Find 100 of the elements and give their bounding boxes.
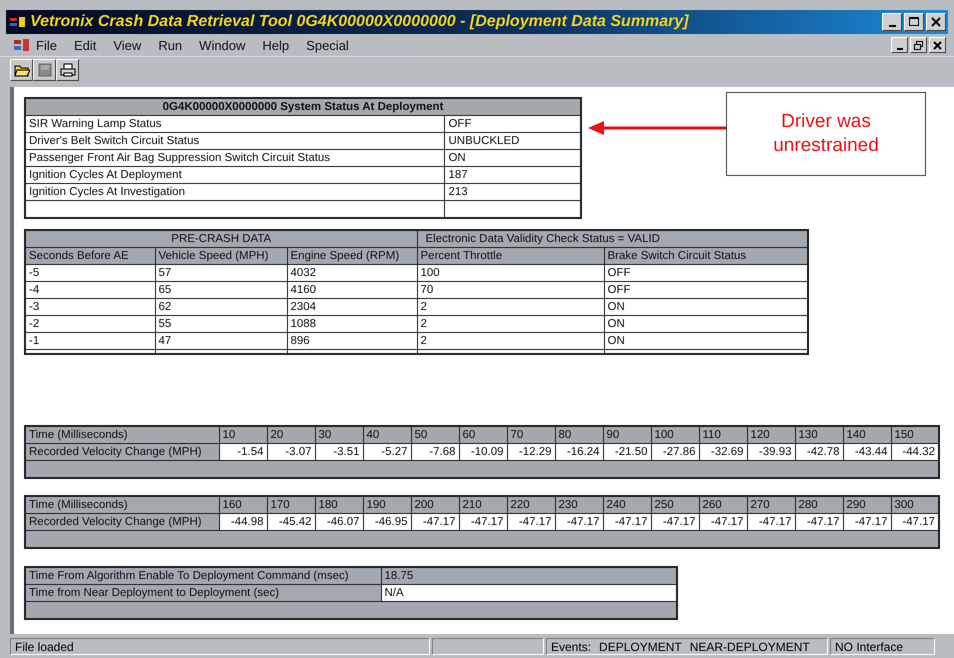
table-cell: 70 xyxy=(417,282,604,298)
minimize-button[interactable] xyxy=(891,37,908,53)
table-cell: -47.17 xyxy=(507,514,555,530)
column-header: 60 xyxy=(459,426,507,444)
table-cell: -47.17 xyxy=(795,514,843,530)
folder-icon xyxy=(14,63,30,77)
table-cell: -4 xyxy=(25,282,155,298)
column-header: 290 xyxy=(843,496,891,514)
table-cell: N/A xyxy=(381,584,677,602)
column-header: 120 xyxy=(747,426,795,444)
table-cell: -3.51 xyxy=(315,444,363,460)
table-cell: Passenger Front Air Bag Suppression Switch Circuit Status xyxy=(25,150,445,166)
column-header: 130 xyxy=(795,426,843,444)
menu-item[interactable]: Special xyxy=(306,38,349,52)
table-cell: -44.98 xyxy=(219,514,267,530)
column-header: Percent Throttle xyxy=(417,248,604,264)
print-button[interactable] xyxy=(56,59,79,81)
table-cell: Driver's Belt Switch Circuit Status xyxy=(25,132,445,150)
column-header: 110 xyxy=(699,426,747,444)
column-header: Engine Speed (RPM) xyxy=(287,248,417,264)
table-cell: -46.07 xyxy=(315,514,363,530)
restore-button[interactable] xyxy=(910,37,927,53)
table-cell: Ignition Cycles At Deployment xyxy=(25,166,445,184)
menu-item[interactable]: Run xyxy=(158,38,182,52)
row-header: Time from Near Deployment to Deployment (sec) xyxy=(25,584,381,602)
close-button[interactable] xyxy=(929,37,946,53)
table-cell: OFF xyxy=(604,264,808,282)
table-cell: -47.17 xyxy=(459,514,507,530)
status-label: Events: xyxy=(551,640,592,654)
table-cell: -2 xyxy=(25,316,155,332)
open-folder-button[interactable] xyxy=(10,59,33,81)
close-icon xyxy=(931,17,941,27)
table-cell: ON xyxy=(604,332,808,350)
window-title: Vetronix Crash Data Retrieval Tool 0G4K00000X0000000 - [Deployment Data Summary] xyxy=(30,13,690,31)
row-header: Recorded Velocity Change (MPH) xyxy=(25,514,219,530)
column-header: 150 xyxy=(891,426,939,444)
column-header: 190 xyxy=(363,496,411,514)
column-header: 240 xyxy=(603,496,651,514)
column-header: 100 xyxy=(651,426,699,444)
table-cell: -10.09 xyxy=(459,444,507,460)
restore-icon xyxy=(914,40,923,50)
table-cell: ON xyxy=(604,316,808,332)
table-cell: Ignition Cycles At Investigation xyxy=(25,184,445,200)
table-cell: -12.29 xyxy=(507,444,555,460)
table-cell: SIR Warning Lamp Status xyxy=(25,116,445,132)
table-title: 0G4K00000X0000000 System Status At Deployment xyxy=(25,98,581,116)
menu-item[interactable]: File xyxy=(36,38,57,52)
column-header: 170 xyxy=(267,496,315,514)
column-header: 70 xyxy=(507,426,555,444)
table-cell: 47 xyxy=(155,332,287,350)
minimize-icon xyxy=(888,25,896,27)
status-interface: NO Interface xyxy=(830,638,935,655)
table-cell: OFF xyxy=(604,282,808,298)
menu-item[interactable]: Edit xyxy=(74,38,96,52)
row-header: Time (Milliseconds) xyxy=(25,426,219,444)
table-cell: -46.95 xyxy=(363,514,411,530)
menu-item[interactable]: View xyxy=(113,38,142,52)
column-header: 260 xyxy=(699,496,747,514)
menu-item[interactable]: Help xyxy=(262,38,290,52)
row-header: Time (Milliseconds) xyxy=(25,496,219,514)
column-header: Vehicle Speed (MPH) xyxy=(155,248,287,264)
table-cell: 187 xyxy=(444,166,581,184)
column-header: 40 xyxy=(363,426,411,444)
close-button[interactable] xyxy=(926,13,946,31)
table-cell: -3 xyxy=(25,298,155,316)
table-cell: -32.69 xyxy=(699,444,747,460)
column-header: 270 xyxy=(747,496,795,514)
table-cell: -16.24 xyxy=(555,444,603,460)
status-message: File loaded xyxy=(10,638,430,655)
table-cell: -44.32 xyxy=(891,444,939,460)
table-cell: -42.78 xyxy=(795,444,843,460)
column-header: 230 xyxy=(555,496,603,514)
table-cell: ON xyxy=(444,150,581,166)
column-header: 250 xyxy=(651,496,699,514)
printer-icon xyxy=(60,63,76,77)
table-cell: 2 xyxy=(417,316,604,332)
maximize-icon xyxy=(909,17,919,27)
column-header: 200 xyxy=(411,496,459,514)
table-cell: -43.44 xyxy=(843,444,891,460)
row-header: Time From Algorithm Enable To Deployment Command (msec) xyxy=(25,567,381,584)
document-icon xyxy=(14,38,30,52)
column-header: 90 xyxy=(603,426,651,444)
table-cell: 2304 xyxy=(287,298,417,316)
table-cell: 18.75 xyxy=(381,567,677,584)
table-cell: -47.17 xyxy=(699,514,747,530)
table-cell: -7.68 xyxy=(411,444,459,460)
table-cell: -5.27 xyxy=(363,444,411,460)
minimize-button[interactable] xyxy=(882,13,902,31)
maximize-button[interactable] xyxy=(904,13,924,31)
menu-item[interactable]: Window xyxy=(199,38,246,52)
close-icon xyxy=(933,40,942,50)
table-cell: ON xyxy=(604,298,808,316)
table-cell: 2 xyxy=(417,298,604,316)
column-header: 160 xyxy=(219,496,267,514)
table-cell: 1088 xyxy=(287,316,417,332)
minimize-icon xyxy=(896,48,902,50)
app-icon xyxy=(10,16,26,28)
save-button[interactable] xyxy=(33,59,56,81)
column-header: 50 xyxy=(411,426,459,444)
table-cell: -47.17 xyxy=(555,514,603,530)
